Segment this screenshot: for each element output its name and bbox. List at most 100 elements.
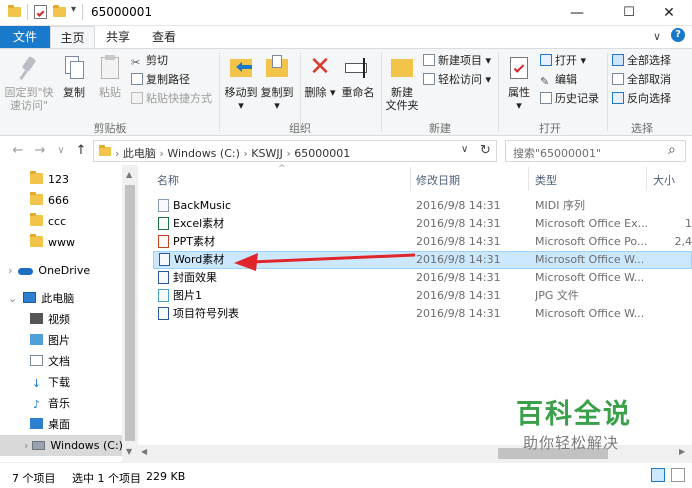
move-to-button[interactable]: 移动到 ▾ bbox=[223, 53, 259, 112]
title-bar: ▾ 65000001 — ☐ ✕ bbox=[0, 0, 692, 26]
annotation-arrow bbox=[234, 253, 416, 271]
open-icon bbox=[540, 54, 552, 66]
move-to-label: 移动到 ▾ bbox=[224, 86, 258, 112]
search-icon[interactable]: ⌕ bbox=[668, 142, 676, 158]
nav-item-this-pc[interactable]: ⌄ 此电脑 bbox=[8, 288, 74, 309]
pin-quick-access-button[interactable]: 固定到"快 速访问" bbox=[4, 53, 54, 112]
scroll-down-icon[interactable]: ▼ bbox=[126, 447, 132, 456]
easy-access-button[interactable]: 轻松访问 ▾ bbox=[423, 71, 491, 89]
invert-selection-icon bbox=[612, 92, 624, 104]
copy-path-icon bbox=[131, 73, 143, 85]
nav-item-desktop[interactable]: 桌面 bbox=[30, 414, 70, 435]
close-button[interactable]: ✕ bbox=[646, 0, 692, 26]
invert-selection-button[interactable]: 反向选择 bbox=[612, 90, 671, 108]
computer-icon bbox=[23, 292, 37, 303]
documents-icon bbox=[30, 355, 43, 366]
file-name: 项目符号列表 bbox=[173, 307, 239, 320]
details-view-icon[interactable] bbox=[651, 468, 665, 482]
breadcrumb-item[interactable]: Windows (C:) bbox=[167, 147, 240, 160]
properties-button[interactable]: 属性 ▾ bbox=[502, 53, 536, 112]
file-name: Excel素材 bbox=[173, 217, 225, 230]
cut-button[interactable]: ✂ 剪切 bbox=[131, 52, 168, 70]
back-button[interactable]: ← bbox=[10, 143, 26, 159]
scroll-right-icon[interactable]: ▶ bbox=[679, 447, 685, 456]
file-name: PPT素材 bbox=[173, 235, 215, 248]
nav-item-videos[interactable]: 视频 bbox=[30, 309, 70, 330]
breadcrumb-item[interactable]: 65000001 bbox=[294, 147, 350, 160]
ribbon-collapse-icon[interactable]: ∨ bbox=[653, 30, 661, 43]
nav-item-www[interactable]: www bbox=[30, 232, 75, 253]
up-button[interactable]: ↑ bbox=[73, 143, 89, 159]
history-button[interactable]: 历史记录 bbox=[540, 90, 599, 108]
copy-button[interactable]: 复制 bbox=[58, 53, 90, 99]
minimize-button[interactable]: — bbox=[554, 0, 600, 26]
copy-path-button[interactable]: 复制路径 bbox=[131, 71, 190, 89]
new-folder-icon[interactable] bbox=[53, 5, 66, 17]
new-folder-button[interactable]: 新建 文件夹 bbox=[384, 53, 420, 112]
scroll-up-icon[interactable]: ▲ bbox=[126, 170, 132, 179]
column-header-name[interactable]: 名称 bbox=[157, 172, 179, 188]
desktop-icon bbox=[30, 418, 43, 429]
nav-item-documents[interactable]: 文档 bbox=[30, 351, 70, 372]
chevron-right-icon[interactable]: › bbox=[8, 264, 12, 277]
nav-item-123[interactable]: 123 bbox=[30, 169, 69, 190]
pencil-icon: ✎ bbox=[540, 75, 550, 88]
select-all-button[interactable]: 全部选择 bbox=[612, 52, 671, 70]
nav-item-windows-c[interactable]: › Windows (C:) bbox=[0, 435, 123, 456]
quick-access-dropdown-icon[interactable]: ▾ bbox=[71, 4, 76, 15]
nav-item-onedrive[interactable]: › OneDrive bbox=[8, 260, 90, 281]
scroll-left-icon[interactable]: ◀ bbox=[141, 447, 147, 456]
nav-scroll-thumb[interactable] bbox=[125, 185, 135, 441]
file-type: Microsoft Office Ex... bbox=[535, 217, 649, 230]
copy-icon bbox=[59, 53, 89, 83]
tab-home[interactable]: 主页 bbox=[50, 26, 95, 49]
file-name: 图片1 bbox=[173, 289, 202, 302]
folder-icon bbox=[30, 234, 43, 247]
rename-icon bbox=[343, 53, 373, 83]
chevron-down-icon[interactable]: ⌄ bbox=[8, 292, 17, 305]
paste-button[interactable]: 粘贴 bbox=[94, 53, 126, 99]
properties-icon[interactable] bbox=[34, 5, 47, 19]
select-none-icon bbox=[612, 73, 624, 85]
large-icons-view-icon[interactable] bbox=[671, 468, 685, 482]
file-date: 2016/9/8 14:31 bbox=[416, 199, 501, 212]
tab-file[interactable]: 文件 bbox=[0, 26, 50, 48]
rename-button[interactable]: 重命名 bbox=[338, 53, 378, 99]
refresh-icon[interactable]: ↻ bbox=[480, 143, 491, 158]
breadcrumb-item[interactable]: KSWJJ bbox=[251, 147, 283, 160]
chevron-right-icon[interactable]: › bbox=[24, 439, 28, 452]
paste-shortcut-button[interactable]: 粘贴快捷方式 bbox=[131, 90, 212, 108]
column-header-type[interactable]: 类型 bbox=[535, 172, 557, 188]
file-row[interactable]: BackMusic 2016/9/8 14:31 MIDI 序列 bbox=[153, 197, 692, 215]
address-bar[interactable]: › 此电脑 › Windows (C:) › KSWJJ › 65000001 … bbox=[93, 140, 497, 162]
select-none-button[interactable]: 全部取消 bbox=[612, 71, 671, 89]
address-dropdown-icon[interactable]: ∨ bbox=[461, 144, 468, 155]
breadcrumb-item[interactable]: 此电脑 bbox=[123, 147, 156, 160]
word-file-icon bbox=[158, 307, 169, 320]
file-row[interactable]: Excel素材 2016/9/8 14:31 Microsoft Office … bbox=[153, 215, 692, 233]
forward-button[interactable]: → bbox=[32, 143, 48, 159]
folder-icon bbox=[30, 213, 43, 226]
nav-item-666[interactable]: 666 bbox=[30, 190, 69, 211]
help-icon[interactable]: ? bbox=[671, 28, 685, 42]
nav-item-pictures[interactable]: 图片 bbox=[30, 330, 70, 351]
column-header-size[interactable]: 大小 bbox=[653, 172, 675, 188]
column-header-date[interactable]: 修改日期 bbox=[416, 172, 460, 188]
delete-button[interactable]: ✕ 删除 ▾ bbox=[304, 53, 336, 99]
file-row[interactable]: 图片1 2016/9/8 14:31 JPG 文件 bbox=[153, 287, 692, 305]
search-input[interactable]: 搜索"65000001" ⌕ bbox=[505, 140, 686, 162]
file-type: Microsoft Office W... bbox=[535, 253, 645, 266]
downloads-icon: ↓ bbox=[31, 377, 42, 390]
open-button[interactable]: 打开 ▾ bbox=[540, 52, 586, 70]
nav-item-downloads[interactable]: ↓ 下载 bbox=[30, 372, 70, 393]
file-row[interactable]: 项目符号列表 2016/9/8 14:31 Microsoft Office W… bbox=[153, 305, 692, 323]
nav-item-music[interactable]: ♪ 音乐 bbox=[30, 393, 70, 414]
new-item-button[interactable]: 新建项目 ▾ bbox=[423, 52, 491, 70]
tab-share[interactable]: 共享 bbox=[98, 26, 138, 48]
ppt-file-icon bbox=[158, 235, 169, 248]
edit-button[interactable]: ✎ 编辑 bbox=[540, 71, 577, 89]
recent-locations-button[interactable]: ∨ bbox=[53, 143, 69, 159]
tab-view[interactable]: 查看 bbox=[144, 26, 184, 48]
nav-item-ccc[interactable]: ccc bbox=[30, 211, 66, 232]
copy-to-button[interactable]: 复制到 ▾ bbox=[259, 53, 295, 112]
